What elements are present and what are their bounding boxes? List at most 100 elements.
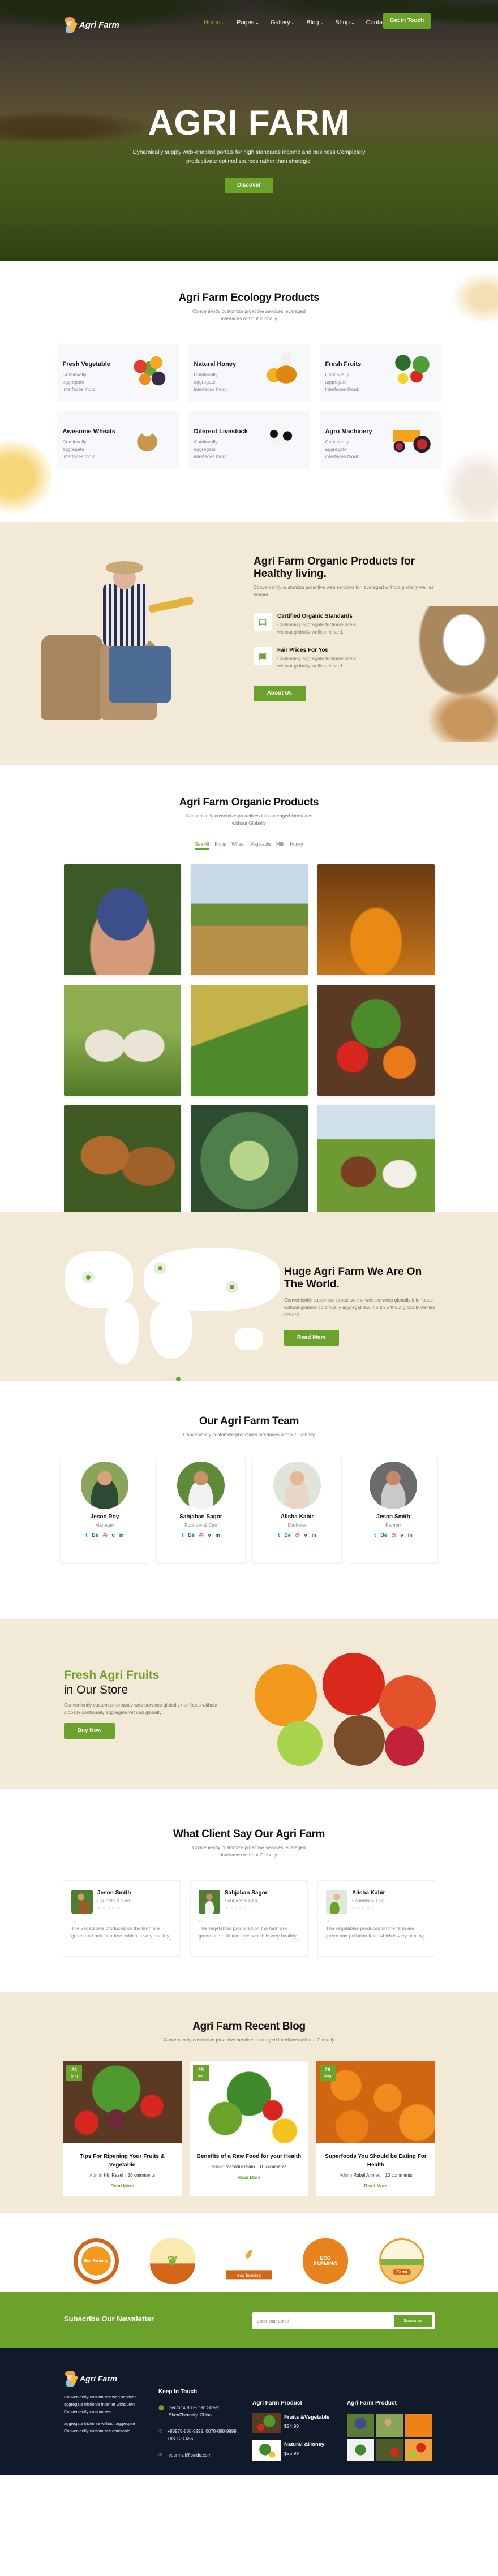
nav-item-home[interactable]: Home ⌄ xyxy=(204,19,225,26)
gallery-tractor-field-image[interactable] xyxy=(190,864,308,975)
meta-author: Kh. Rasel xyxy=(104,2173,123,2178)
product-text: Continually aggregate interfaces thout. xyxy=(62,372,97,392)
sprout-badge[interactable]: ❦ xyxy=(150,2238,195,2284)
gallery-rice-image[interactable] xyxy=(190,985,308,1096)
product-card[interactable]: Fresh Fruits Continually aggregate inter… xyxy=(319,344,441,402)
twitter-icon[interactable]: t xyxy=(85,1532,87,1539)
about-us-button[interactable]: About Us xyxy=(254,686,306,701)
tab-vegetable[interactable]: Vegetable xyxy=(251,842,271,850)
date-day: 24 xyxy=(71,2067,77,2073)
get-in-touch-button[interactable]: Get in Touch xyxy=(383,13,431,29)
gallery-blueberries-image[interactable] xyxy=(63,864,181,975)
tab-honey[interactable]: Honey xyxy=(290,842,303,850)
read-more-link[interactable]: Read More xyxy=(190,2175,308,2180)
behance-icon[interactable]: Bē xyxy=(380,1532,387,1539)
instagram-icon[interactable]: ◎ xyxy=(199,1532,204,1539)
team-section: Our Agri Farm Team Conveniently customiz… xyxy=(0,1381,498,1619)
wheat-badge[interactable]: ⸙ eco farming xyxy=(226,2238,272,2284)
tractor-image xyxy=(389,418,435,458)
team-member-card: Sahjahan Sagor Founder & Ceo t Bē ◎ v in xyxy=(156,1458,246,1564)
gallery-sheep-image[interactable] xyxy=(63,985,181,1096)
client-role: Founder & Ceo xyxy=(352,1898,385,1903)
nav-item-pages[interactable]: Pages ⌄ xyxy=(237,19,259,26)
badge-label: eco farming xyxy=(237,2273,261,2278)
footer-gallery-image[interactable] xyxy=(347,2414,374,2437)
brand-logo[interactable]: Agri Farm xyxy=(63,17,119,33)
nav-item-shop[interactable]: Shop ⌄ xyxy=(335,19,354,26)
blog-title[interactable]: Superfoods You Should be Eating For Heal… xyxy=(322,2152,430,2169)
tab-milk[interactable]: Milk xyxy=(276,842,284,850)
product-card[interactable]: Diferent Livestock Continually aggregate… xyxy=(188,411,310,469)
feature-text: Continually aggregate frictionle interc … xyxy=(277,656,357,669)
read-more-link[interactable]: Read More xyxy=(316,2183,435,2189)
gallery-cabbage-image[interactable] xyxy=(190,1105,308,1216)
blog-card[interactable]: 24 Aug Tips For Ripening Your Fruits & Ve… xyxy=(63,2061,182,2196)
blog-title[interactable]: Tips For Ripening Your Fruits & Vegetabl… xyxy=(68,2152,176,2169)
nav-item-gallery[interactable]: Gallery ⌄ xyxy=(271,19,295,26)
gallery-honey-image[interactable] xyxy=(317,864,435,975)
farm-barn-badge[interactable]: Farm xyxy=(379,2238,424,2284)
avatar xyxy=(177,1462,225,1509)
meta-admin: Admin xyxy=(211,2164,225,2169)
behance-icon[interactable]: Bē xyxy=(284,1532,291,1539)
product-card[interactable]: Awesome Wheats Continually aggregate int… xyxy=(57,411,179,469)
social-links: t Bē ◎ v in xyxy=(157,1532,245,1539)
gallery-vegetables-basket-image[interactable] xyxy=(317,985,435,1096)
footer-gallery-image[interactable] xyxy=(405,2439,432,2461)
product-text: Continually aggregate interfaces thout. xyxy=(325,372,359,392)
footer-gallery-image[interactable] xyxy=(376,2439,403,2461)
email-text[interactable]: yourmail@baidu.com xyxy=(169,2452,211,2459)
vimeo-icon[interactable]: v xyxy=(208,1532,211,1539)
linkedin-icon[interactable]: in xyxy=(408,1532,413,1539)
twitter-icon[interactable]: t xyxy=(182,1532,183,1539)
promo-subtitle: in Our Store xyxy=(64,1683,128,1696)
instagram-icon[interactable]: ◎ xyxy=(295,1532,300,1539)
blog-card[interactable]: 26 Aug Superfoods You Should be Eating Fo… xyxy=(316,2061,435,2196)
blog-raw-food-image: 25 Aug xyxy=(190,2061,308,2143)
behance-icon[interactable]: Bē xyxy=(92,1532,98,1539)
footer-gallery-image[interactable] xyxy=(405,2414,432,2437)
footer-products: Agri Farm Product Fruits &Vegetable $24.9… xyxy=(252,2400,343,2461)
instagram-icon[interactable]: ◎ xyxy=(103,1532,108,1539)
read-more-link[interactable]: Read More xyxy=(63,2183,182,2189)
feature-item: ▣ Fair Prices For You Continually aggreg… xyxy=(254,647,435,670)
pumpkin-badge[interactable]: ECO FARMING xyxy=(303,2238,348,2284)
footer-logo[interactable]: Agri Farm xyxy=(64,2371,149,2387)
buy-now-button[interactable]: Buy Now xyxy=(64,1723,115,1739)
subscribe-button[interactable]: Subscribe xyxy=(394,2315,432,2327)
footer-gallery-image[interactable] xyxy=(376,2414,403,2437)
footer-gallery-image[interactable] xyxy=(347,2439,374,2461)
product-card[interactable]: Agro Machinery Continually aggregate int… xyxy=(319,411,441,469)
read-more-button[interactable]: Read More xyxy=(284,1330,339,1346)
vimeo-icon[interactable]: v xyxy=(304,1532,307,1539)
tab-wheat[interactable]: Wheat xyxy=(231,842,244,850)
sprout-icon: ❦ xyxy=(166,2253,179,2269)
linkedin-icon[interactable]: in xyxy=(216,1532,220,1539)
behance-icon[interactable]: Bē xyxy=(188,1532,195,1539)
twitter-icon[interactable]: t xyxy=(374,1532,376,1539)
product-card[interactable]: Natural Honey Continually aggregate inte… xyxy=(188,344,310,402)
linkedin-icon[interactable]: in xyxy=(119,1532,124,1539)
vimeo-icon[interactable]: v xyxy=(401,1532,403,1539)
blog-card[interactable]: 25 Aug Benefits of a Raw Food for your He… xyxy=(190,2061,308,2196)
tab-fruits[interactable]: Fruits xyxy=(214,842,226,850)
tab-see-all[interactable]: See All xyxy=(195,842,209,850)
footer-product-item[interactable]: Natural &Honey $25.99 xyxy=(252,2440,343,2461)
date-day: 25 xyxy=(198,2067,204,2073)
blog-title[interactable]: Benefits of a Raw Food for your Health xyxy=(195,2152,303,2161)
instagram-icon[interactable]: ◎ xyxy=(392,1532,396,1539)
gallery-chickens-image[interactable] xyxy=(63,1105,181,1216)
email-input[interactable] xyxy=(257,2312,387,2329)
product-card[interactable]: Fresh Vegetable Continually aggregate in… xyxy=(57,344,179,402)
vimeo-icon[interactable]: v xyxy=(112,1532,115,1539)
linkedin-icon[interactable]: in xyxy=(312,1532,316,1539)
fruits-image xyxy=(389,351,435,390)
twitter-icon[interactable]: t xyxy=(278,1532,280,1539)
nav-item-blog[interactable]: Blog ⌄ xyxy=(307,19,324,26)
gallery-cows-pasture-image[interactable] xyxy=(317,1105,435,1216)
footer-product-item[interactable]: Fruits &Vegetable $24.99 xyxy=(252,2413,343,2433)
eco-farming-hen-badge[interactable]: Eco Farming xyxy=(74,2238,119,2284)
date-badge: 26 Aug xyxy=(320,2065,336,2081)
discover-button[interactable]: Discover xyxy=(225,178,273,193)
wheat-image xyxy=(424,686,498,742)
